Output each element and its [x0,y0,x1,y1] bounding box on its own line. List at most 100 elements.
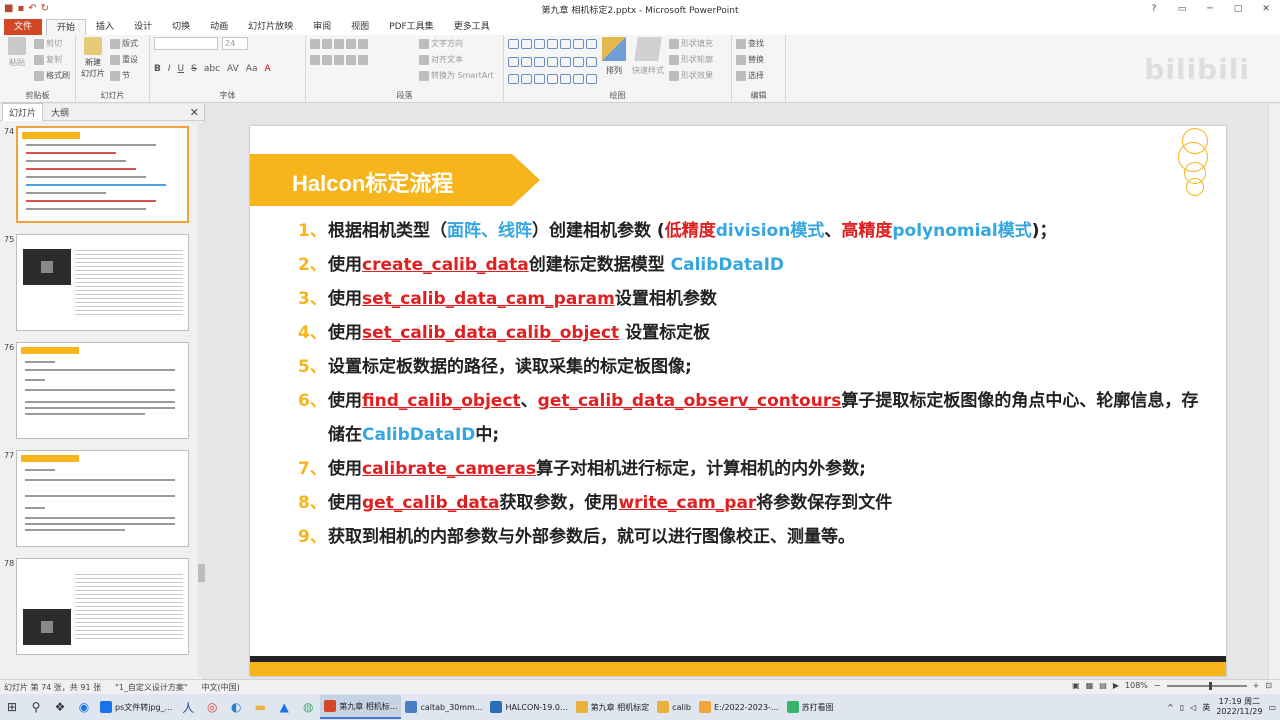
font-color-button[interactable]: A [264,64,270,74]
shape-fill-button[interactable]: 形状填充 [669,37,713,50]
chrome-icon[interactable]: ◎ [200,695,224,719]
language-indicator[interactable]: 中文(中国) [202,682,240,693]
select-button[interactable]: 选择 [736,69,764,82]
outdent-icon[interactable] [346,38,356,49]
tab-design[interactable]: 设计 [124,19,162,35]
shape-outline-button[interactable]: 形状轮廓 [669,53,713,66]
align-center-icon[interactable] [322,54,332,65]
change-case-button[interactable]: Aa [246,64,258,74]
taskbar-app[interactable]: caltab_30mm... [401,695,486,719]
taskbar-app[interactable]: 苏打看图 [783,695,838,719]
browser-icon[interactable]: ◐ [224,695,248,719]
cut-button[interactable]: 剪切 [34,37,70,50]
replace-button[interactable]: 替换 [736,53,764,66]
pane-scrollbar[interactable] [198,122,205,677]
align-text-button[interactable]: 对齐文本 [419,53,494,66]
shapes-gallery[interactable] [508,37,597,90]
smartart-button[interactable]: 转换为 SmartArt [419,69,494,82]
numbering-icon[interactable] [322,38,332,49]
tab-slideshow[interactable]: 幻灯片放映 [238,19,303,35]
tab-animations[interactable]: 动画 [200,19,238,35]
search-icon[interactable]: ⚲ [24,695,48,719]
section-button[interactable]: 节 [110,69,138,82]
zoom-slider[interactable] [1166,681,1247,690]
close-icon[interactable]: ✕ [190,106,199,119]
tab-transitions[interactable]: 切换 [162,19,200,35]
normal-view-icon[interactable]: ▣ [1072,681,1080,690]
edge-icon[interactable]: ◉ [72,695,96,719]
theme-name[interactable]: "1_自定义设计方案" [115,682,187,693]
bold-button[interactable]: B [154,64,161,74]
tab-outline[interactable]: 大纲 [45,104,75,121]
reset-button[interactable]: 重设 [110,53,138,66]
align-right-icon[interactable] [334,54,344,65]
find-button[interactable]: 查找 [736,37,764,50]
clock[interactable]: 17:19 周二 2022/11/29 [1216,697,1262,717]
shape-effects-button[interactable]: 形状效果 [669,69,713,82]
network-icon[interactable]: ▯ [1180,703,1184,712]
taskbar-app[interactable]: calib [653,695,695,719]
format-painter-button[interactable]: 格式刷 [34,69,70,82]
notification-icon[interactable]: ▭ [1268,703,1276,712]
tray-chevron-icon[interactable]: ^ [1167,703,1174,712]
line-spacing-icon[interactable] [358,38,368,49]
pane-scroll-thumb[interactable] [198,564,205,582]
windows-start-icon[interactable]: ⊞ [0,695,24,719]
save-icon[interactable]: ▪ [17,3,24,14]
maximize-button[interactable]: ▢ [1224,0,1252,17]
indent-icon[interactable] [334,38,344,49]
arrange-button[interactable]: 排列 [601,37,627,90]
slide-thumb-76[interactable]: 76 [0,342,195,442]
help-icon[interactable]: ? [1140,0,1168,17]
slide-thumb-74[interactable]: 74 [0,126,195,226]
wechat-icon[interactable]: ◍ [296,695,320,719]
strikethrough-button[interactable]: S [191,64,197,74]
undo-icon[interactable]: ↶ [28,3,36,14]
zoom-out-icon[interactable]: − [1154,681,1161,690]
layout-button[interactable]: 版式 [110,37,138,50]
taskbar-app[interactable]: ps文件转jpg_... [96,695,176,719]
editor-scrollbar[interactable] [1268,104,1280,679]
explorer-icon[interactable]: ▬ [248,695,272,719]
close-button[interactable]: ✕ [1252,0,1280,17]
paste-button[interactable]: 粘贴 [4,37,30,90]
italic-button[interactable]: I [168,64,171,74]
redo-icon[interactable]: ↻ [41,3,49,14]
slide-thumb-75[interactable]: 75 [0,234,195,334]
copy-button[interactable]: 复制 [34,53,70,66]
current-slide[interactable]: Halcon标定流程 1、 根据相机类型（面阵、线阵）创建相机参数 (低精度div… [250,126,1226,676]
justify-icon[interactable] [346,54,356,65]
reading-view-icon[interactable]: ▤ [1099,681,1107,690]
align-left-icon[interactable] [310,54,320,65]
tab-review[interactable]: 审阅 [303,19,341,35]
tab-file[interactable]: 文件 [4,19,43,35]
zoom-in-icon[interactable]: + [1253,681,1260,690]
restore-ribbon-icon[interactable]: ▭ [1168,0,1196,17]
tab-insert[interactable]: 插入 [86,19,124,35]
tab-pdf-tools[interactable]: PDF工具集 [379,19,444,35]
app-icon-running-man[interactable]: 人 [176,695,200,719]
font-name-dropdown[interactable] [154,37,218,50]
columns-icon[interactable] [358,54,368,65]
volume-icon[interactable]: ◁ [1190,703,1196,712]
spacing-button[interactable]: AV [227,64,239,74]
slideshow-view-icon[interactable]: ▶ [1113,681,1119,690]
new-slide-button[interactable]: 新建 幻灯片 [80,37,106,90]
underline-button[interactable]: U [178,64,185,74]
ime-indicator[interactable]: 英 [1202,702,1210,713]
minimize-button[interactable]: ─ [1196,0,1224,17]
bullets-icon[interactable] [310,38,320,49]
store-icon[interactable]: ▲ [272,695,296,719]
shadow-button[interactable]: abc [204,64,220,74]
font-size-dropdown[interactable]: 24 [222,37,248,50]
quick-styles-button[interactable]: 快速样式 [631,37,665,90]
taskbar-app[interactable]: E:/2022-2023-... [695,695,783,719]
fit-slide-icon[interactable]: ⊡ [1265,681,1272,690]
slide-thumb-77[interactable]: 77 [0,450,195,550]
text-direction-button[interactable]: 文字方向 [419,37,494,50]
taskbar-app[interactable]: 第九章 相机标定 [572,695,654,719]
task-view-icon[interactable]: ❖ [48,695,72,719]
tab-view[interactable]: 视图 [341,19,379,35]
tab-slides[interactable]: 幻灯片 [2,103,44,121]
zoom-level[interactable]: 108% [1125,681,1148,690]
